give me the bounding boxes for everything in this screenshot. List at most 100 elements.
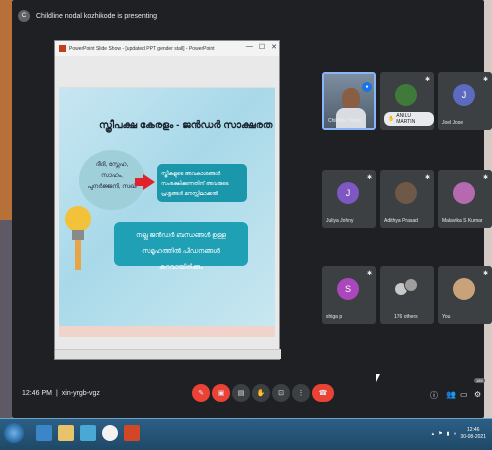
phone-hangup-icon: ☎ [318,390,328,397]
others-count: 176 others [394,314,418,320]
background-object [0,220,12,420]
captions-button[interactable]: ▤ [232,384,250,402]
clock-date: 30-08-2021 [460,434,486,440]
presenting-text: Childline nodal kozhikode is presenting [36,12,158,20]
slide-canvas: സ്ത്രീപക്ഷ കേരളം - ജൻഡർ സാക്ഷരത ദീദി, സ്… [59,88,275,326]
pencil-icon [75,240,81,270]
powerpoint-title: PowerPoint Slide Show - [updated PPT gen… [69,45,215,52]
raise-hand-button[interactable]: ✋ [252,384,270,402]
current-time: 12:46 PM [22,390,52,397]
info-icon: ⓘ [430,391,438,400]
participant-name-badge: ✋ ANILU MARTIN [384,112,434,126]
clock-time: 12:46 [466,427,480,433]
presenter-face [342,88,360,110]
participant-tile-you[interactable]: ✱ You [438,266,492,324]
volume-icon[interactable]: ◖ [453,431,456,437]
slide: സ്ത്രീപക്ഷ കേരളം - ജൻഡർ സാക്ഷരത ദീദി, സ്… [59,87,275,337]
people-icon: 👥 [446,390,456,399]
participant-tile-anilu[interactable]: ✱ ✋ ANILU MARTIN [380,72,434,130]
participant-name: Adithya Prasad [384,218,418,224]
system-tray: ▴ ⚑ ▮ ◖ 12:46 30-08-2021 [432,427,486,441]
raise-hand-icon: ✋ [388,116,395,122]
lightbulb-icon [65,206,91,270]
powerpoint-window: PowerPoint Slide Show - [updated PPT gen… [54,40,281,360]
more-vert-icon: ⋮ [297,390,305,397]
mic-off-icon: ✱ [424,175,430,181]
meeting-controls-bar: 12:46 PM | xin-yrgb-vgz ✎ ▣ ▤ ✋ ⊡ ⋮ ☎ ⓘ … [12,376,485,416]
chat-icon: ▭ [460,390,468,399]
people-button[interactable]: 👥 [446,390,456,399]
chrome-icon[interactable] [102,425,118,441]
ie-icon[interactable] [36,425,52,441]
participant-photo [453,278,475,300]
participant-name: Juliya Johny [326,218,354,224]
end-call-button[interactable]: ☎ [312,384,334,402]
powerpoint-icon [59,45,66,52]
slide-bubble-text: ദീദി, സ്നേഹ, സാഹം, പുനർജ്ജനി, സഖി [87,162,137,190]
flag-icon[interactable]: ⚑ [438,431,442,437]
participant-photo [395,182,417,204]
window-controls: — ☐ ✕ [246,43,277,51]
participant-photo [395,84,417,106]
windows-taskbar: ▴ ⚑ ▮ ◖ 12:46 30-08-2021 [0,418,492,450]
mic-off-icon: ✱ [482,175,488,181]
folder-icon[interactable] [58,425,74,441]
participant-count-badge: 189 [474,378,485,383]
slide-box-bottom: നല്ല ജൻഡർ ബന്ധങ്ങൾ ഉള്ള സമൂഹത്തിൽ പീഡനങ്… [114,222,248,271]
background-object [0,0,12,220]
mic-toggle-button[interactable]: ✎ [192,384,210,402]
participant-photo [453,182,475,204]
presenter-avatar: C [18,10,30,22]
meeting-code: xin-yrgb-vgz [61,390,100,397]
participant-tile-shiga[interactable]: ✱ S shiga p [322,266,376,324]
hand-icon: ✋ [256,390,266,397]
network-icon[interactable]: ▮ [447,431,450,437]
mic-off-icon: ✱ [482,77,488,83]
participant-tile-malavika[interactable]: ✱ Malavika S Kumar [438,170,492,228]
participant-avatar: S [337,278,359,300]
camera-toggle-button[interactable]: ▣ [212,384,230,402]
powerpoint-statusbar [55,349,281,359]
participant-name: Childline Nodal [328,118,362,124]
powerpoint-titlebar: PowerPoint Slide Show - [updated PPT gen… [55,41,279,56]
participant-name: Malavika S Kumar [442,218,483,224]
separator: | [55,390,58,397]
powerpoint-taskbar-icon[interactable] [124,425,140,441]
mic-off-icon: ✎ [198,390,204,397]
slide-title: സ്ത്രീപക്ഷ കേരളം - ജൻഡർ സാക്ഷരത [99,120,273,131]
mic-off-icon: ✱ [366,271,372,277]
tray-arrow-icon[interactable]: ▴ [432,431,435,437]
presenting-banner: C Childline nodal kozhikode is presentin… [18,8,157,24]
participant-name: ANILU MARTIN [396,113,416,125]
maximize-button[interactable]: ☐ [259,43,265,51]
participant-tile-joel[interactable]: ✱ J Joel Jose [438,72,492,130]
close-button[interactable]: ✕ [271,43,277,51]
more-options-button[interactable]: ⋮ [292,384,310,402]
captions-icon: ▤ [237,390,245,397]
start-button[interactable] [4,423,24,443]
media-icon[interactable] [80,425,96,441]
other-photo [404,278,418,292]
participant-name: Joel Jose [442,120,464,126]
minimize-button[interactable]: — [246,43,253,51]
photo-of-screen: C Childline nodal kozhikode is presentin… [0,0,492,450]
participant-tile-juliya[interactable]: ✱ J Juliya Johny [322,170,376,228]
activities-icon: ⚙ [474,390,482,399]
participant-tile-adithya[interactable]: ✱ Adithya Prasad [380,170,434,228]
present-button[interactable]: ⊡ [272,384,290,402]
meeting-info: 12:46 PM | xin-yrgb-vgz [22,390,100,397]
chat-button[interactable]: ▭ [460,390,468,399]
camera-off-icon: ▣ [217,390,225,397]
participant-tile-presenter[interactable]: ● Childline Nodal [322,72,376,130]
participant-tile-others[interactable]: 176 others [380,266,434,324]
mic-off-icon: ✱ [366,175,372,181]
mic-off-icon: ✱ [482,271,488,277]
slide-box-top: സ്ത്രീകളുടെ അവകാശങ്ങൾ സംരക്ഷിക്കുന്നതിന്… [157,164,247,202]
arrow-head-icon [143,174,155,190]
info-button[interactable]: ⓘ [430,390,438,401]
activities-button[interactable]: ⚙ [474,390,481,399]
participant-name: shiga p [326,314,343,320]
taskbar-clock[interactable]: 12:46 30-08-2021 [460,427,486,441]
others-photos [394,278,420,300]
participant-avatar: J [453,84,475,106]
